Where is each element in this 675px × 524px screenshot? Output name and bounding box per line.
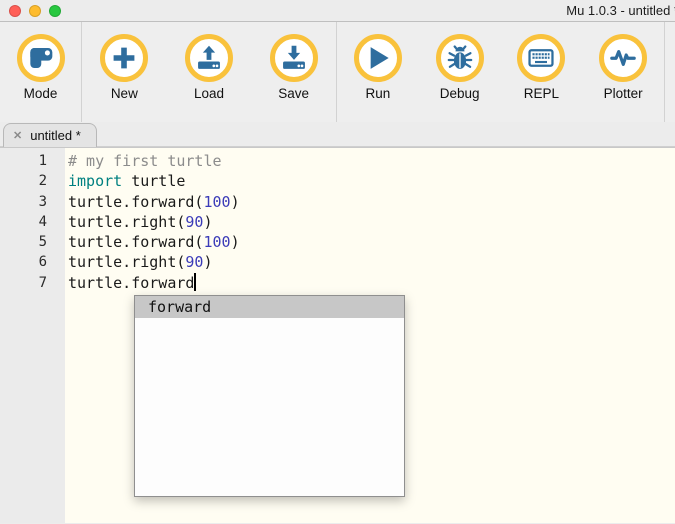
code-segment-number: 90 xyxy=(185,213,203,231)
tab-close-icon[interactable]: ✕ xyxy=(13,129,22,142)
code-segment-number: 100 xyxy=(203,193,230,211)
debug-bug-icon xyxy=(436,34,484,82)
code-segment-code: ) xyxy=(203,253,212,271)
autocomplete-item[interactable]: forward xyxy=(135,296,404,318)
code-text[interactable]: # my first turtle xyxy=(65,151,222,171)
repl-keyboard-icon xyxy=(517,34,565,82)
code-segment-code: turtle.right( xyxy=(68,253,185,271)
repl-button[interactable]: REPL xyxy=(501,34,581,122)
toolbar-group-file: New Load Save xyxy=(82,22,337,122)
code-segment-number: 90 xyxy=(185,253,203,271)
mode-button-label: Mode xyxy=(24,86,58,101)
mode-icon xyxy=(17,34,65,82)
autocomplete-popup: forward xyxy=(134,295,405,497)
debug-button-label: Debug xyxy=(440,86,480,101)
code-segment-code: turtle.forward( xyxy=(68,233,203,251)
tab-untitled[interactable]: ✕ untitled * xyxy=(3,123,97,147)
code-line: 2import turtle xyxy=(0,171,675,191)
line-number: 3 xyxy=(0,192,65,212)
code-segment-code: ) xyxy=(231,193,240,211)
code-line: 1# my first turtle xyxy=(0,151,675,171)
minimize-window-button[interactable] xyxy=(29,5,41,17)
plotter-button[interactable]: Plotter xyxy=(583,34,663,122)
line-number: 5 xyxy=(0,232,65,252)
code-segment-keyword: import xyxy=(68,172,122,190)
run-play-icon xyxy=(354,34,402,82)
tab-bar: ✕ untitled * xyxy=(0,122,675,147)
run-button[interactable]: Run xyxy=(338,34,418,122)
code-line: 4turtle.right(90) xyxy=(0,212,675,232)
close-window-button[interactable] xyxy=(9,5,21,17)
code-segment-code: turtle.right( xyxy=(68,213,185,231)
code-segment-code: turtle.forward( xyxy=(68,193,203,211)
save-download-icon xyxy=(270,34,318,82)
text-caret xyxy=(194,273,196,291)
plotter-pulse-icon xyxy=(599,34,647,82)
code-segment-code: turtle.forward xyxy=(68,274,194,292)
toolbar-group-run: Run Debug xyxy=(337,22,665,122)
code-line: 7turtle.forward xyxy=(0,273,675,294)
code-segment-code: ) xyxy=(203,213,212,231)
code-text[interactable]: turtle.right(90) xyxy=(65,212,213,232)
code-text[interactable]: turtle.forward(100) xyxy=(65,192,240,212)
load-button[interactable]: Load xyxy=(169,34,249,122)
line-number: 6 xyxy=(0,252,65,272)
load-button-label: Load xyxy=(194,86,224,101)
new-button-label: New xyxy=(111,86,138,101)
code-text[interactable]: turtle.right(90) xyxy=(65,252,213,272)
load-upload-icon xyxy=(185,34,233,82)
window-title: Mu 1.0.3 - untitled * xyxy=(566,3,675,18)
code-segment-number: 100 xyxy=(203,233,230,251)
title-bar: Mu 1.0.3 - untitled * xyxy=(0,0,675,22)
code-segment-code: turtle xyxy=(122,172,185,190)
code-text[interactable]: turtle.forward(100) xyxy=(65,232,240,252)
new-button[interactable]: New xyxy=(84,34,164,122)
code-text[interactable]: import turtle xyxy=(65,171,185,191)
code-line: 5turtle.forward(100) xyxy=(0,232,675,252)
debug-button[interactable]: Debug xyxy=(420,34,500,122)
toolbar-group-mode: Mode xyxy=(0,22,82,122)
run-button-label: Run xyxy=(365,86,390,101)
line-number: 4 xyxy=(0,212,65,232)
repl-button-label: REPL xyxy=(524,86,559,101)
save-button[interactable]: Save xyxy=(254,34,334,122)
toolbar: Mode New Load xyxy=(0,22,675,122)
code-segment-code: ) xyxy=(231,233,240,251)
code-line: 3turtle.forward(100) xyxy=(0,192,675,212)
code-text[interactable]: turtle.forward xyxy=(65,273,196,294)
line-number: 1 xyxy=(0,151,65,171)
mode-button[interactable]: Mode xyxy=(1,34,81,122)
traffic-lights xyxy=(9,5,61,17)
save-button-label: Save xyxy=(278,86,309,101)
tab-label: untitled * xyxy=(30,128,81,143)
zoom-window-button[interactable] xyxy=(49,5,61,17)
plotter-button-label: Plotter xyxy=(604,86,643,101)
new-file-icon xyxy=(100,34,148,82)
line-number: 7 xyxy=(0,273,65,294)
code-line: 6turtle.right(90) xyxy=(0,252,675,272)
line-number: 2 xyxy=(0,171,65,191)
code-segment-comment: # my first turtle xyxy=(68,152,222,170)
